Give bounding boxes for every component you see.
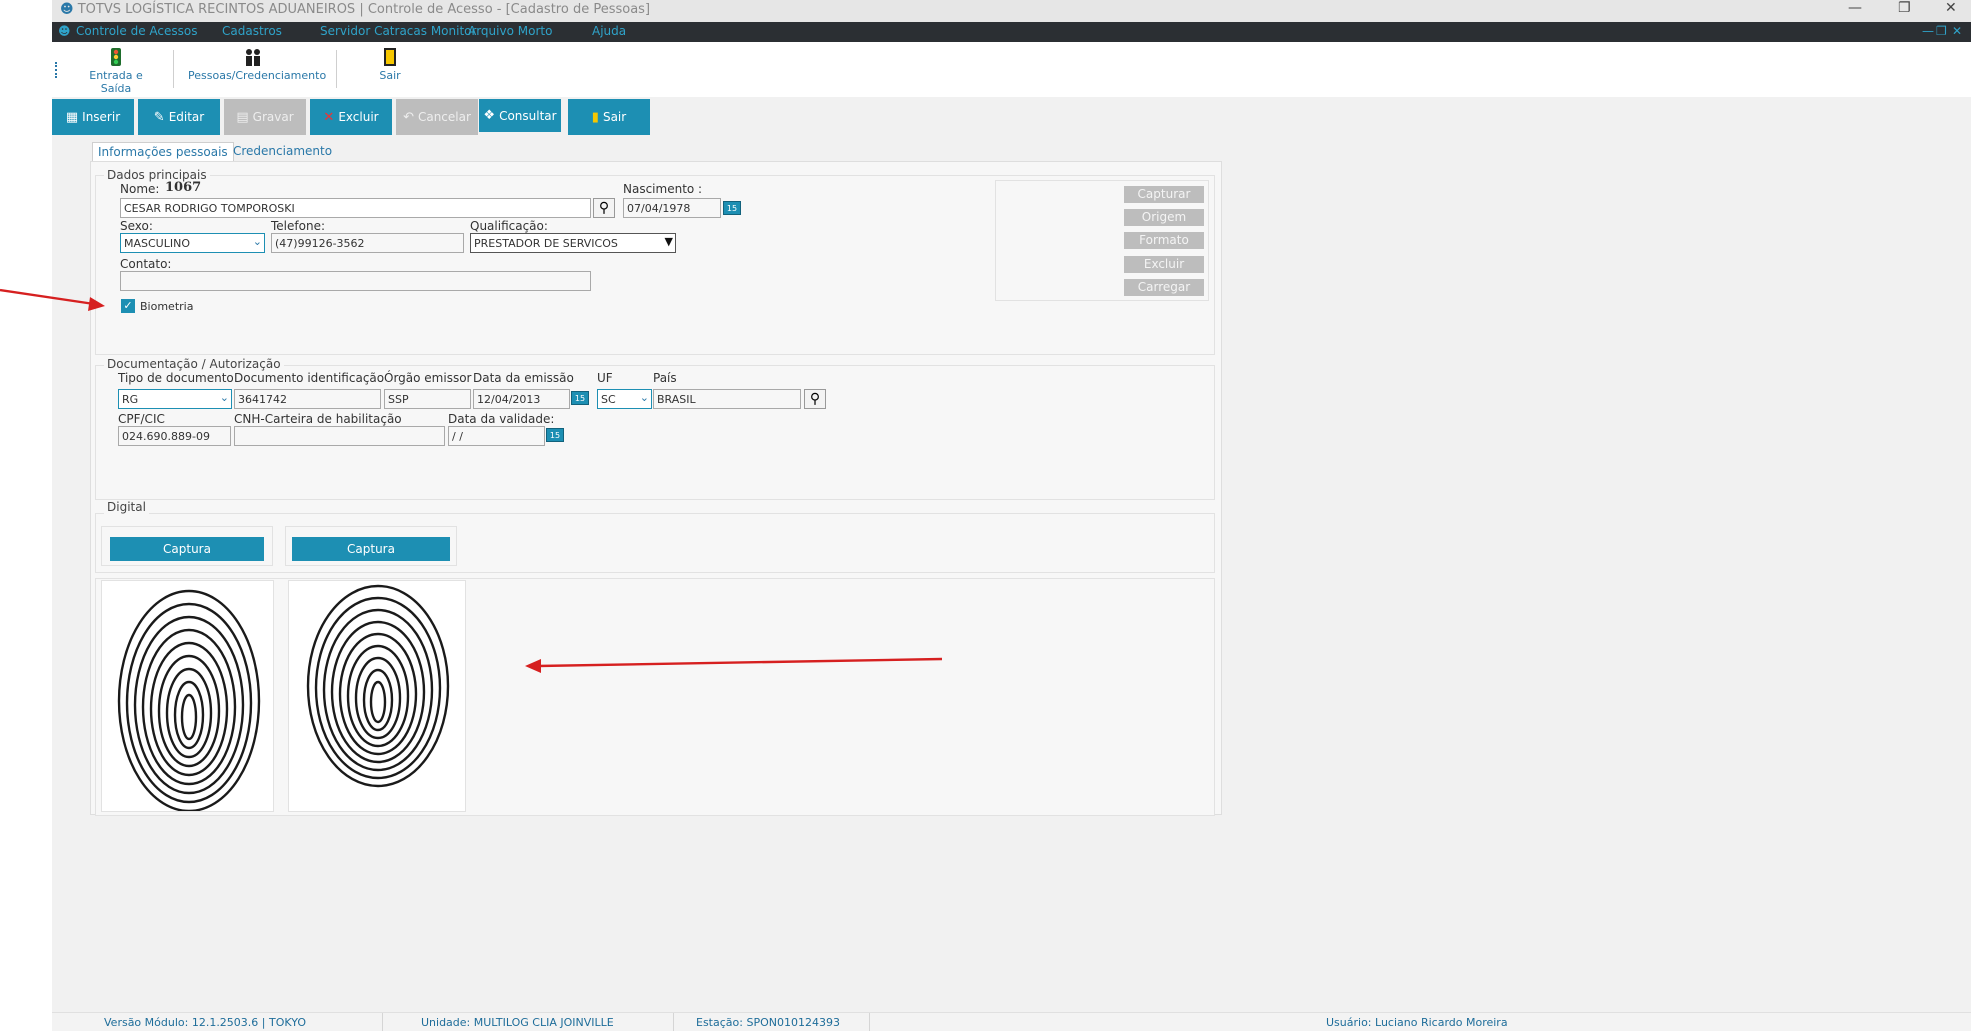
annotation-overlay (0, 288, 943, 673)
status-divider (869, 1013, 870, 1031)
app-root: ☻ TOTVS LOGÍSTICA RECINTOS ADUANEIROS | … (0, 0, 1971, 1031)
status-versao: Versão Módulo: 12.1.2503.6 | TOKYO (104, 1016, 306, 1029)
arrow-annotation (525, 657, 943, 673)
arrow-annotation (0, 288, 105, 311)
status-unidade: Unidade: MULTILOG CLIA JOINVILLE (421, 1016, 614, 1029)
status-bar: Versão Módulo: 12.1.2503.6 | TOKYO Unida… (52, 1012, 1971, 1031)
status-estacao: Estação: SPON010124393 (696, 1016, 840, 1029)
status-divider (673, 1013, 674, 1031)
status-divider (382, 1013, 383, 1031)
status-usuario: Usuário: Luciano Ricardo Moreira (1326, 1016, 1508, 1029)
